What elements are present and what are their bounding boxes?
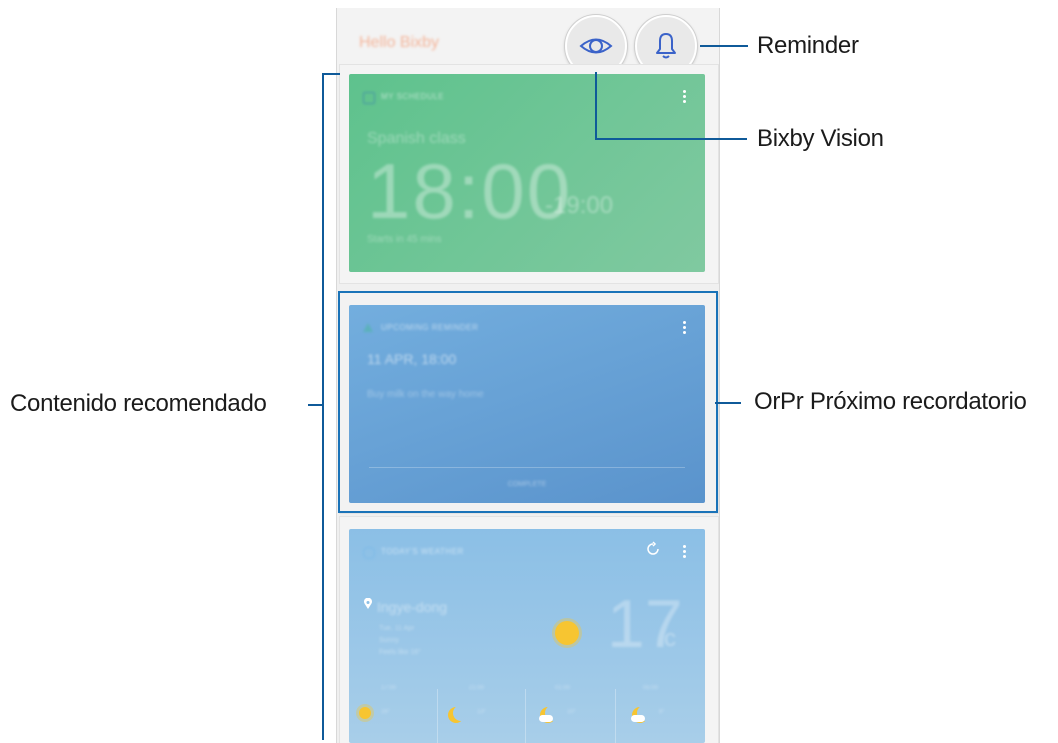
forecast-temp: 16°	[381, 709, 391, 715]
weather-card[interactable]: TODAY'S WEATHER Ingye-dong Tue, 11 Apr S…	[349, 529, 705, 743]
schedule-header-label: MY SCHEDULE	[381, 92, 445, 101]
cloud-icon	[631, 715, 645, 722]
upcoming-reminder-highlight	[338, 291, 718, 513]
more-options-icon[interactable]	[683, 90, 687, 105]
cloud-icon	[539, 715, 553, 722]
bell-icon	[656, 33, 676, 59]
location-name: Ingye-dong	[377, 599, 448, 615]
app-title: Hello Bixby	[359, 34, 440, 51]
recommended-bracket-line	[322, 73, 324, 740]
schedule-card-header: MY SCHEDULE	[363, 92, 445, 104]
recommended-leader-line	[308, 404, 322, 406]
forecast-time: 05:00	[643, 685, 659, 691]
forecast-time: 21:00	[469, 685, 485, 691]
vision-leader-horizontal	[595, 138, 747, 140]
moon-icon	[453, 705, 469, 721]
forecast-temp: 13°	[477, 709, 487, 715]
callout-recommended-content: Contenido recomendado	[10, 390, 267, 417]
weather-header-label: TODAY'S WEATHER	[381, 547, 464, 556]
forecast-temp: 10°	[567, 709, 577, 715]
callout-bixby-vision: Bixby Vision	[757, 125, 884, 152]
temperature-unit: c	[664, 625, 676, 652]
schedule-card[interactable]: MY SCHEDULE Spanish class 18:00 -19:00 S…	[349, 74, 705, 272]
forecast-temp: 8°	[659, 709, 665, 715]
reminder-leader-line	[700, 45, 748, 47]
forecast-time: 01:00	[555, 685, 571, 691]
divider	[615, 689, 616, 743]
callout-upcoming-reminder: OrPr Próximo recordatorio	[754, 388, 1027, 415]
refresh-icon[interactable]	[645, 541, 661, 557]
upcoming-leader-line	[715, 402, 741, 404]
location-pin-icon	[364, 598, 372, 609]
event-subtitle: Starts in 45 mins	[367, 234, 442, 245]
forecast-time: 17:00	[381, 685, 397, 691]
weather-condition: Sunny	[379, 637, 399, 644]
vision-leader-vertical	[595, 72, 597, 140]
event-end-time: -19:00	[545, 192, 614, 219]
recommended-bracket-top	[322, 73, 340, 75]
weather-feels-like: Feels like 16°	[379, 649, 422, 656]
more-options-icon[interactable]	[683, 545, 687, 560]
weather-icon	[363, 547, 375, 559]
weather-date: Tue, 11 Apr	[379, 625, 415, 632]
eye-icon	[579, 38, 613, 54]
weather-card-header: TODAY'S WEATHER	[363, 547, 464, 559]
divider	[525, 689, 526, 743]
sun-icon	[555, 621, 579, 645]
divider	[437, 689, 438, 743]
callout-reminder: Reminder	[757, 32, 859, 59]
calendar-icon	[363, 92, 375, 104]
sun-icon	[359, 707, 371, 719]
event-start-time: 18:00	[367, 147, 573, 235]
